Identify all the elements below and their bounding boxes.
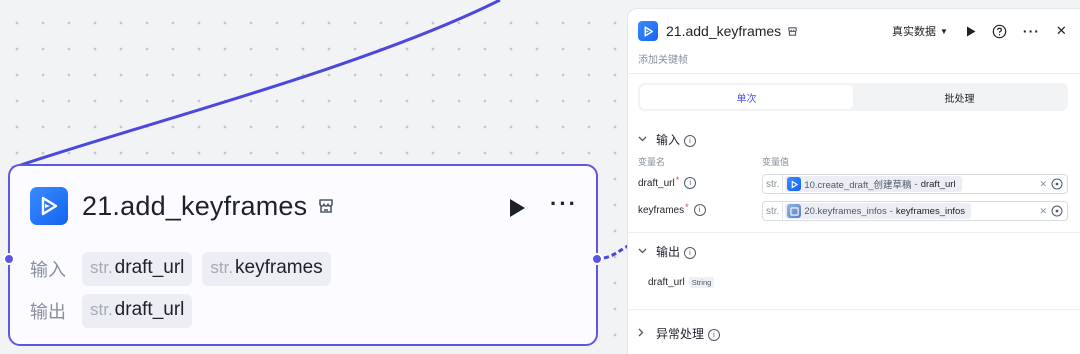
type-tag: str. [763,175,784,193]
chevron-right-icon [638,328,650,340]
required-mark: * [685,202,689,212]
variable-reference-field[interactable]: str. 20.keyframes_infos - keyframes_info… [762,201,1068,221]
node-title: 21.add_keyframes [82,190,308,221]
outgoing-edge [603,244,629,260]
required-mark: * [675,175,680,185]
play-icon [510,199,525,217]
divider [628,73,1080,74]
panel-title: 21.add_keyframes [666,23,782,39]
reference-node: 10.create_draft_创建草稿 [804,180,912,191]
reference-tag: 20.keyframes_infos - keyframes_infos [785,203,972,219]
section-title: 异常处理 [656,327,705,341]
panel-description: 添加关键帧 [638,55,688,66]
param-name: draft_url [114,257,185,278]
section-title: 输入 [656,133,681,147]
node-input-chip: str. keyframes [202,252,331,286]
reference-node: 20.keyframes_infos [804,205,887,217]
help-button[interactable] [992,24,1007,39]
code-node-icon [787,204,802,218]
type-tag: str. [210,258,234,277]
node-outputs-row: 输出 str. draft_url [30,294,202,328]
type-tag: str. [90,300,113,319]
node-output-chip: str. draft_url [82,294,193,328]
panel-more-button[interactable]: ··· [1023,23,1040,39]
output-item: draft_url String [648,277,715,288]
variable-reference-field[interactable]: str. 10.create_draft_创建草稿 - draft_url ✕ [762,174,1068,194]
info-icon: i [684,132,697,147]
run-node-button[interactable] [508,198,526,223]
type-tag: str. [90,258,113,277]
node-more-button[interactable]: ··· [550,193,578,215]
node-input-label: 输入 [30,260,66,280]
info-icon: i [684,177,697,189]
panel-actions: 真实数据 ▼ ··· ✕ [892,23,1067,39]
workflow-node-card[interactable]: 21.add_keyframes ··· 输入 str. draft_url s… [3,164,603,346]
type-tag: str. [763,202,784,220]
play-video-icon [787,177,802,191]
run-button[interactable] [966,26,976,37]
param-name: keyframes [235,257,323,278]
info-icon: i [684,244,697,259]
question-circle-icon [992,24,1007,38]
column-header-name: 变量名 [638,157,666,167]
node-input-chip: str. draft_url [82,252,193,286]
divider [628,232,1080,233]
param-name: draft_url [638,177,675,189]
reference-separator: - [914,178,918,190]
reference-tag: 10.create_draft_创建草稿 - draft_url [785,176,962,192]
caret-down-icon: ▼ [940,26,948,36]
output-section-header[interactable]: 输出 i [638,243,697,260]
clear-icon[interactable]: ✕ [1039,206,1047,217]
close-icon[interactable]: ✕ [1056,23,1067,39]
store-icon [317,197,335,215]
column-header-value: 变量值 [762,157,790,167]
play-video-icon [30,187,68,225]
divider [628,309,1080,310]
error-handling-section-header[interactable]: 异常处理 i [638,325,721,342]
node-output-port[interactable] [591,253,603,265]
reference-variable: keyframes_infos [895,205,966,217]
node-header: 21.add_keyframes [30,186,335,226]
store-icon [787,26,798,37]
node-inputs-row: 输入 str. draft_url str. keyframes [30,252,341,286]
output-type-badge: String [688,277,715,288]
target-icon[interactable] [1051,178,1063,190]
node-input-port[interactable] [3,253,15,265]
data-mode-select[interactable]: 真实数据 ▼ [892,23,948,39]
chevron-down-icon [638,246,650,257]
info-icon: i [708,326,721,341]
data-mode-value: 真实数据 [892,26,936,38]
play-icon [966,26,976,36]
reference-separator: - [889,205,893,217]
play-video-icon [638,21,658,41]
incoming-edge [11,0,501,170]
param-label-draft-url: draft_url * i [638,175,697,189]
target-icon[interactable] [1051,205,1063,217]
reference-variable: draft_url [920,178,956,190]
section-title: 输出 [656,245,681,259]
run-mode-tabs: 单次 批处理 [638,83,1068,111]
chevron-down-icon [638,134,650,145]
clear-icon[interactable]: ✕ [1039,179,1047,190]
tab-single[interactable]: 单次 [640,85,853,109]
tab-batch[interactable]: 批处理 [853,85,1066,109]
node-output-label: 输出 [30,302,66,322]
param-name: keyframes [638,204,685,216]
node-config-panel: 21.add_keyframes 添加关键帧 真实数据 ▼ ··· ✕ 单次 批… [627,8,1080,354]
param-label-keyframes: keyframes * i [638,202,706,216]
panel-header: 21.add_keyframes [638,21,798,41]
input-section-header[interactable]: 输入 i [638,131,697,148]
info-icon: i [693,204,706,216]
output-name: draft_url [648,277,685,288]
param-name: draft_url [114,299,185,320]
